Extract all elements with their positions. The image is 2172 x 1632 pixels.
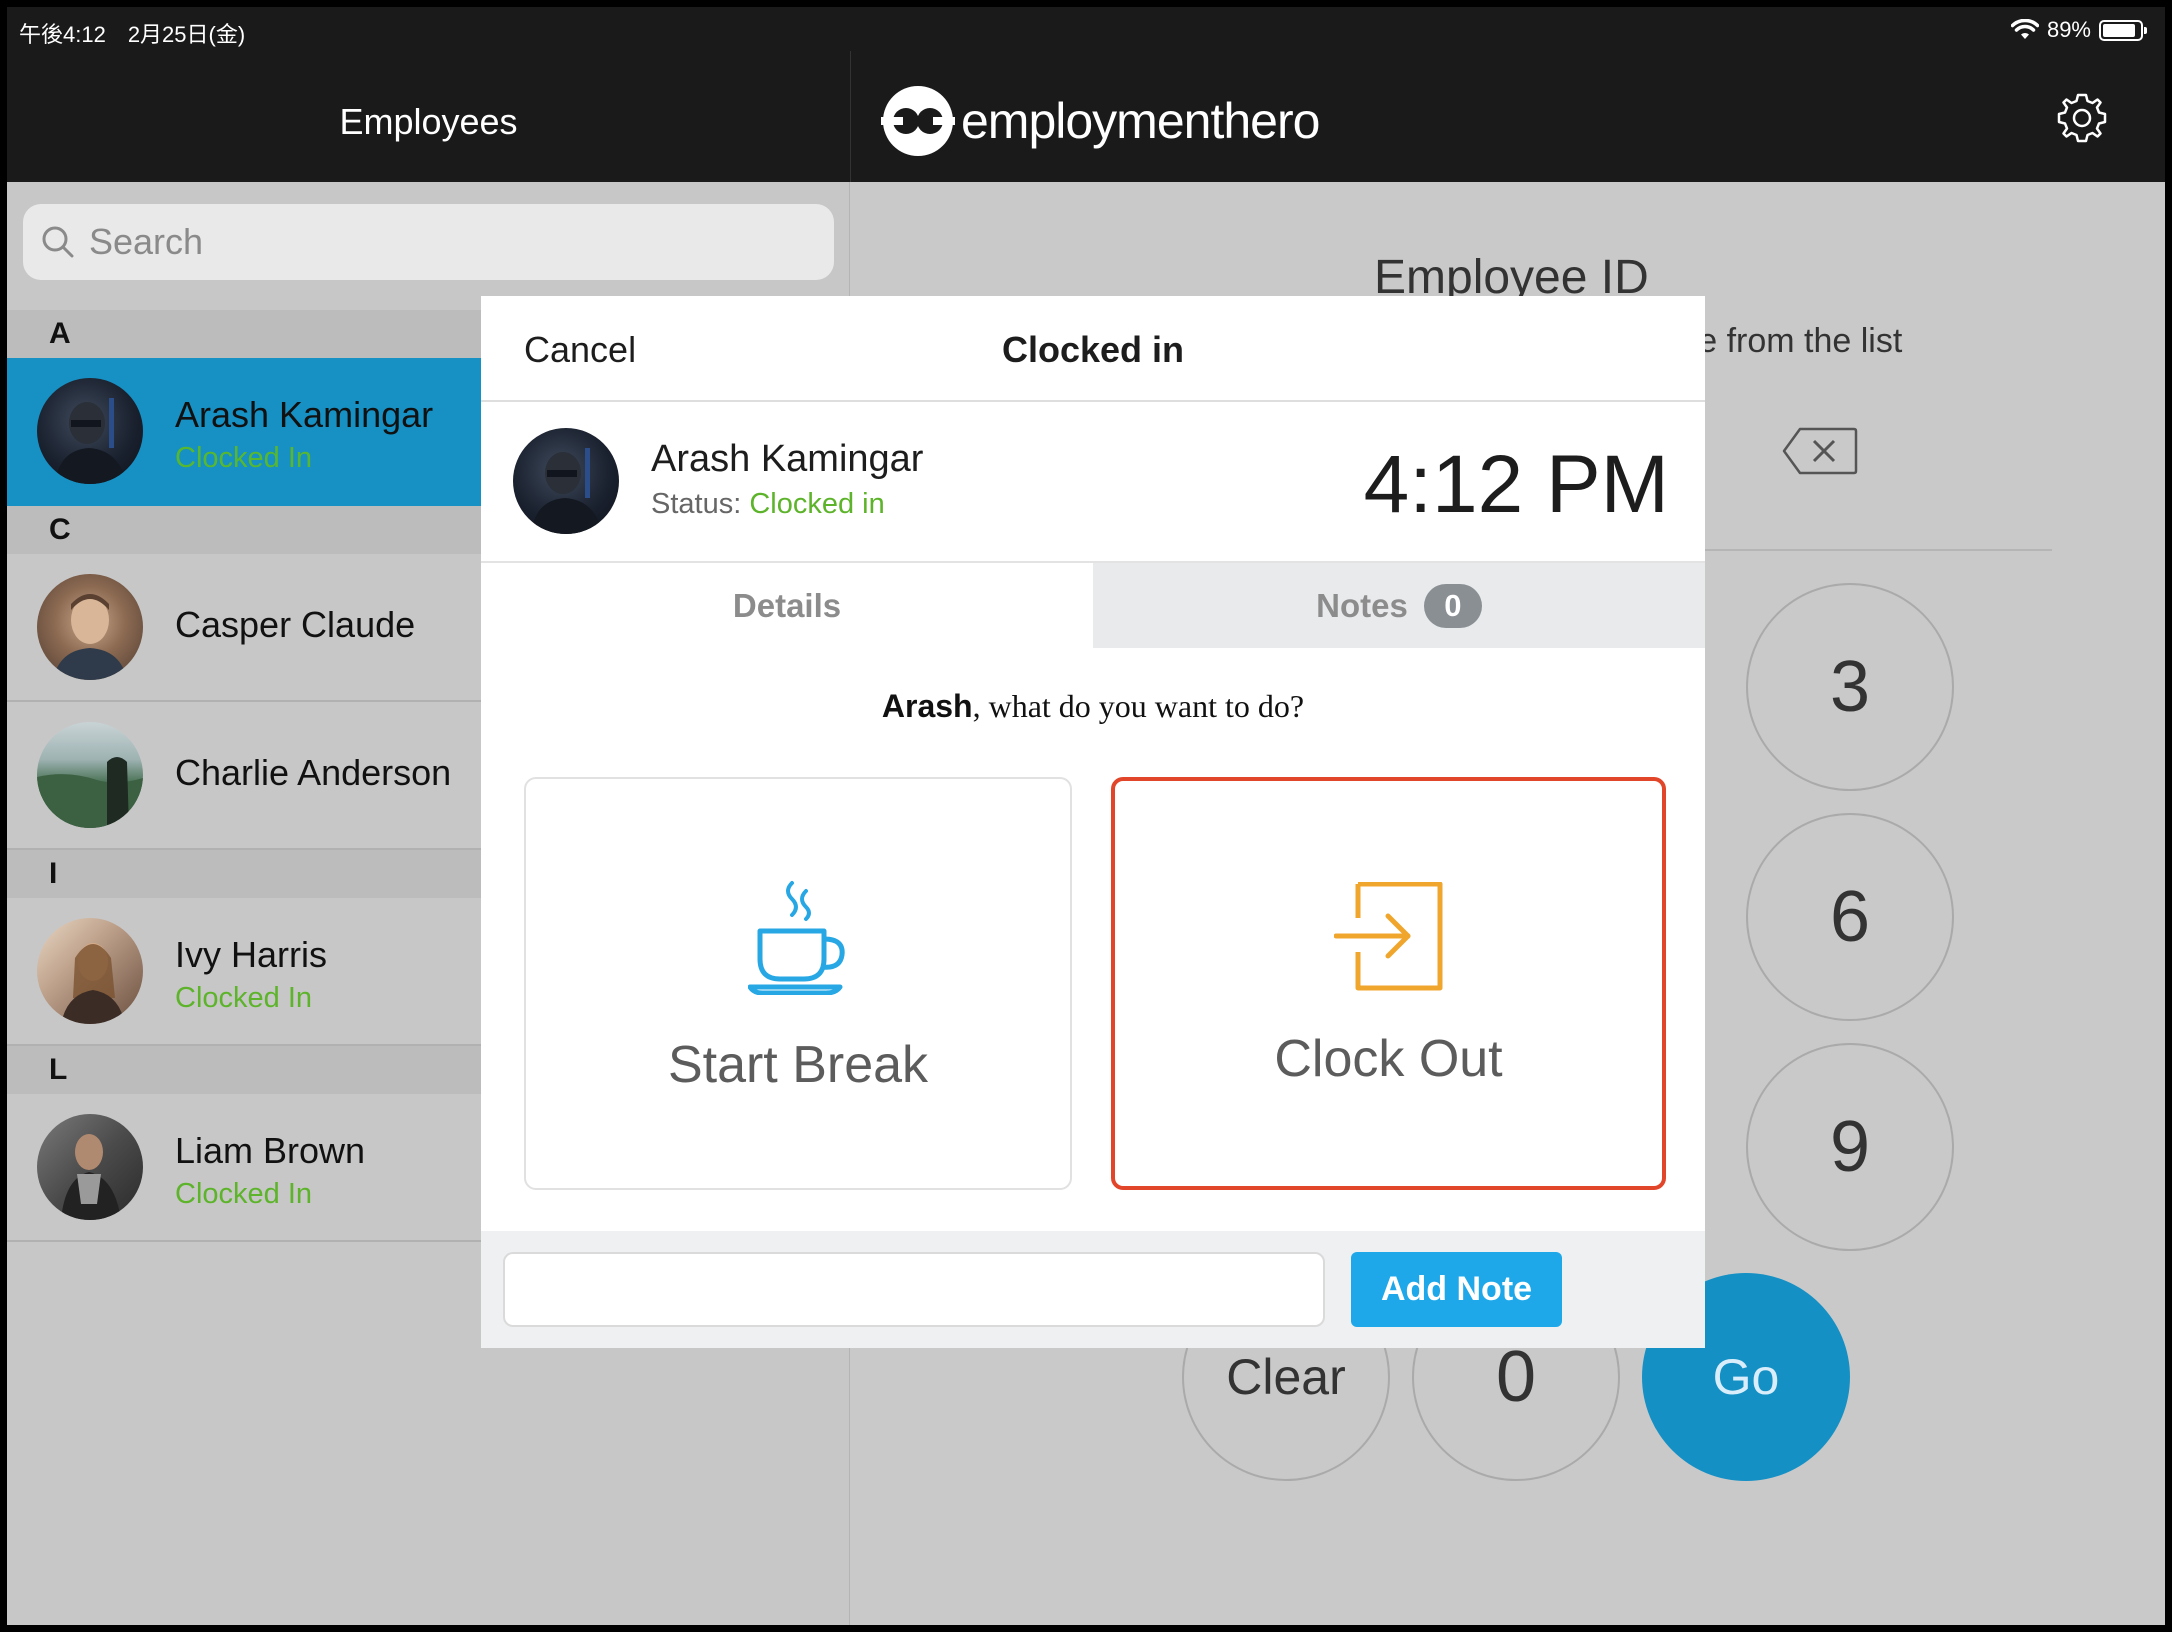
search-placeholder: Search bbox=[89, 221, 204, 262]
employmenthero-logo-icon bbox=[881, 86, 955, 156]
add-note-button[interactable]: Add Note bbox=[1351, 1252, 1562, 1327]
battery-percent: 89% bbox=[2046, 17, 2091, 42]
status-bar: 午後4:12 2月25日(金) 89% bbox=[7, 7, 2165, 51]
search-icon bbox=[42, 226, 74, 258]
employee-status: Clocked In bbox=[175, 982, 313, 1014]
employee-name: Ivy Harris bbox=[175, 934, 327, 975]
screen: 午後4:12 2月25日(金) 89% Employees employment… bbox=[7, 7, 2165, 1625]
modal-tabs: Details Notes 0 bbox=[481, 561, 1705, 648]
employee-name: Casper Claude bbox=[175, 604, 416, 645]
search-field[interactable]: Search bbox=[23, 204, 834, 280]
avatar bbox=[37, 574, 143, 680]
tab-details-label: Details bbox=[732, 586, 842, 624]
wifi-icon bbox=[2010, 19, 2039, 39]
app-header: employmenthero bbox=[850, 51, 2165, 182]
avatar bbox=[37, 918, 143, 1024]
settings-gear-icon[interactable] bbox=[2055, 91, 2109, 145]
brand-logo: employmenthero bbox=[881, 84, 1320, 158]
notes-count-badge: 0 bbox=[1423, 583, 1482, 628]
start-break-button[interactable]: Start Break bbox=[524, 777, 1072, 1190]
employee-name: Charlie Anderson bbox=[175, 752, 452, 793]
cancel-button[interactable]: Cancel bbox=[524, 329, 636, 371]
prompt-text: , what do you want to do? bbox=[972, 688, 1305, 724]
coffee-cup-icon bbox=[748, 881, 845, 995]
employees-title: Employees bbox=[339, 101, 518, 142]
prompt-name: Arash bbox=[881, 688, 973, 724]
avatar bbox=[37, 1114, 143, 1220]
status-time-date: 午後4:12 2月25日(金) bbox=[19, 22, 246, 47]
action-prompt: Arash, what do you want to do? bbox=[481, 688, 1705, 725]
clock-out-icon bbox=[1334, 882, 1443, 991]
employee-status: Clocked In bbox=[175, 442, 313, 474]
key-6[interactable]: 6 bbox=[1746, 813, 1954, 1021]
avatar bbox=[37, 378, 143, 484]
note-input[interactable] bbox=[503, 1252, 1325, 1327]
current-time: 4:12 PM bbox=[1363, 439, 1669, 530]
employees-header: Employees bbox=[7, 51, 850, 182]
status-label: Status: bbox=[651, 488, 742, 520]
status-value: Clocked in bbox=[749, 488, 885, 520]
employee-name: Liam Brown bbox=[175, 1130, 366, 1171]
modal-user-name: Arash Kamingar bbox=[651, 438, 924, 480]
backspace-icon[interactable] bbox=[1782, 427, 1858, 475]
brand-name: employmenthero bbox=[961, 93, 1320, 149]
key-3[interactable]: 3 bbox=[1746, 583, 1954, 791]
tab-notes[interactable]: Notes 0 bbox=[1093, 563, 1705, 648]
key-9[interactable]: 9 bbox=[1746, 1043, 1954, 1251]
tab-notes-label: Notes bbox=[1316, 586, 1408, 624]
modal-header: Clocked in Cancel bbox=[481, 296, 1705, 402]
avatar bbox=[513, 428, 619, 534]
employee-status: Clocked In bbox=[175, 1178, 313, 1210]
battery-icon bbox=[2099, 19, 2147, 41]
clock-out-button[interactable]: Clock Out bbox=[1111, 777, 1666, 1190]
employee-name: Arash Kamingar bbox=[175, 394, 434, 435]
note-footer: Add Note bbox=[481, 1231, 1705, 1348]
modal-title: Clocked in bbox=[1001, 329, 1185, 370]
tab-details[interactable]: Details bbox=[481, 563, 1093, 648]
clock-action-modal: Clocked in Cancel Arash Kamingar Status:… bbox=[481, 296, 1705, 1348]
start-break-label: Start Break bbox=[667, 1036, 929, 1094]
modal-status: Status: Clocked in bbox=[651, 488, 885, 521]
clock-out-label: Clock Out bbox=[1274, 1030, 1503, 1088]
modal-user-info: Arash Kamingar Status: Clocked in 4:12 P… bbox=[481, 402, 1705, 561]
avatar bbox=[37, 722, 143, 828]
